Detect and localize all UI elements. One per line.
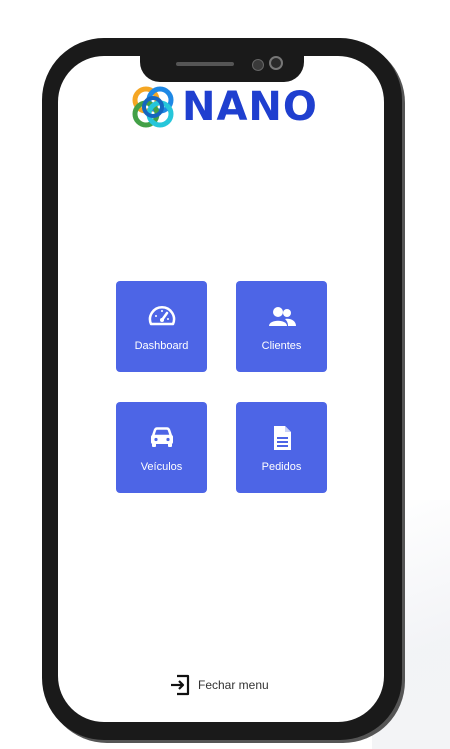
- camera-lens: [269, 56, 283, 70]
- app-logo: NANO: [128, 82, 318, 132]
- tile-veiculos[interactable]: Veículos: [116, 402, 207, 493]
- tile-veiculos-label: Veículos: [140, 460, 183, 473]
- speaker-grille: [176, 62, 234, 66]
- logo-text: NANO: [182, 84, 318, 130]
- tile-clientes[interactable]: Clientes: [236, 281, 327, 372]
- document-icon: [273, 425, 291, 450]
- tile-clientes-label: Clientes: [261, 339, 302, 352]
- sign-out-icon: [171, 674, 190, 696]
- phone-screen: [58, 56, 384, 722]
- users-icon: [268, 306, 296, 326]
- logo-rings-icon: [132, 86, 174, 128]
- tile-dashboard-label: Dashboard: [134, 339, 189, 352]
- sensor-dot: [252, 59, 264, 71]
- phone-notch: [140, 46, 304, 82]
- tile-pedidos-label: Pedidos: [261, 460, 302, 473]
- stage: NANO Dashboard Clientes Veículos Pedidos…: [0, 0, 450, 749]
- tile-dashboard[interactable]: Dashboard: [116, 281, 207, 372]
- speedometer-icon: [148, 305, 175, 325]
- car-icon: [150, 426, 173, 447]
- close-menu-label: Fechar menu: [198, 678, 269, 692]
- close-menu-button[interactable]: Fechar menu: [168, 673, 269, 697]
- tile-pedidos[interactable]: Pedidos: [236, 402, 327, 493]
